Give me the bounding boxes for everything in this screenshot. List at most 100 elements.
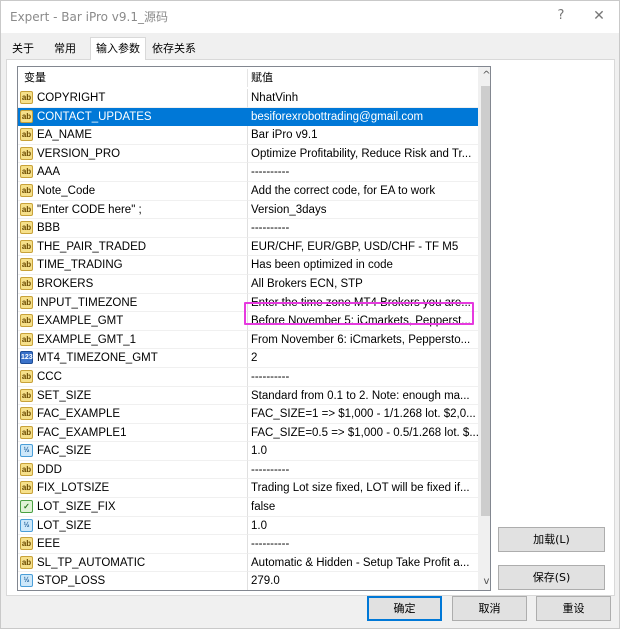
tab-inputs[interactable]: 输入参数 (90, 37, 146, 60)
parameter-value-cell[interactable]: Standard from 0.1 to 2. Note: enough ma.… (248, 387, 478, 406)
cancel-button[interactable]: 取消 (452, 596, 527, 621)
parameter-name-cell[interactable]: ab EA_NAME (18, 126, 248, 145)
parameter-value-cell[interactable]: EUR/CHF, EUR/GBP, USD/CHF - TF M5 (248, 238, 478, 257)
parameter-value-cell[interactable]: besiforexrobottrading@gmail.com (248, 107, 478, 127)
scrollbar-thumb[interactable] (481, 86, 490, 516)
parameter-name-cell[interactable]: ab Note_Code (18, 181, 248, 201)
parameter-row[interactable]: ½ STOP_LOSS 279.0 (18, 572, 478, 590)
parameter-name-cell[interactable]: ab CONTACT_UPDATES (18, 107, 248, 127)
tab-dependencies[interactable]: 依存关系 (148, 39, 200, 59)
parameter-value-cell[interactable]: Automatic & Hidden - Setup Take Profit a… (248, 554, 478, 573)
parameter-value-cell[interactable]: Has been optimized in code (248, 256, 478, 275)
parameter-name-cell[interactable]: ab BBB (18, 219, 248, 238)
parameter-value-cell[interactable]: 1.0 (248, 517, 478, 536)
tab-about[interactable]: 关于 (8, 39, 38, 59)
scroll-up-arrow-icon[interactable]: ^ (478, 67, 490, 84)
parameter-name-cell[interactable]: ab EEE (18, 535, 248, 554)
parameter-value-cell[interactable]: 1.0 (248, 442, 478, 461)
parameter-row[interactable]: ab FAC_EXAMPLE1 FAC_SIZE=0.5 => $1,000 - 0… (18, 423, 478, 443)
parameter-name-cell[interactable]: ab FAC_EXAMPLE1 (18, 423, 248, 443)
parameter-row[interactable]: ab THE_PAIR_TRADED EUR/CHF, EUR/GBP, USD/C… (18, 237, 478, 257)
parameter-row[interactable]: ab BROKERS All Brokers ECN, STP (18, 274, 478, 294)
parameter-row[interactable]: ab "Enter CODE here" ; Version_3days (18, 200, 478, 220)
parameter-value-cell[interactable]: Enter the time zone MT4 Brokers you are.… (248, 294, 478, 313)
parameter-name-cell[interactable]: ab VERSION_PRO (18, 144, 248, 164)
vertical-scrollbar[interactable]: ^ v (478, 67, 490, 590)
load-button[interactable]: 加载(L) (498, 527, 605, 552)
type-string-icon: ab (20, 202, 33, 216)
parameter-name-cell[interactable]: ✓ LOT_SIZE_FIX (18, 498, 248, 517)
parameter-row[interactable]: ½ FAC_SIZE 1.0 (18, 442, 478, 461)
save-button[interactable]: 保存(S) (498, 565, 605, 590)
parameter-value-cell[interactable]: FAC_SIZE=1 => $1,000 - 1/1.268 lot. $2,0… (248, 405, 478, 424)
parameter-value-cell[interactable]: NhatVinh (248, 89, 478, 108)
parameter-value-cell[interactable]: ---------- (248, 219, 478, 238)
parameter-name-cell[interactable]: 123 MT4_TIMEZONE_GMT (18, 349, 248, 368)
parameter-name-cell[interactable]: ab COPYRIGHT (18, 89, 248, 108)
parameter-value-cell[interactable]: All Brokers ECN, STP (248, 275, 478, 294)
parameter-row[interactable]: ab TIME_TRADING Has been optimized in code (18, 256, 478, 275)
parameter-row[interactable]: ab BBB ---------- (18, 219, 478, 238)
scroll-down-arrow-icon[interactable]: v (478, 573, 490, 590)
parameter-name-cell[interactable]: ab SET_SIZE (18, 386, 248, 406)
parameter-value-cell[interactable]: Trading Lot size fixed, LOT will be fixe… (248, 479, 478, 499)
ok-button[interactable]: 确定 (367, 596, 442, 621)
tab-common[interactable]: 常用 (50, 39, 80, 59)
column-header-value[interactable]: 赋值 (247, 67, 273, 89)
parameter-value-cell[interactable]: ---------- (248, 163, 478, 182)
parameter-name-cell[interactable]: ab DDD (18, 460, 248, 480)
parameter-name-cell[interactable]: ab THE_PAIR_TRADED (18, 237, 248, 257)
parameter-value-cell[interactable]: ---------- (248, 368, 478, 387)
column-header-variable[interactable]: 变量 (20, 67, 46, 89)
parameter-name-cell[interactable]: ab TIME_TRADING (18, 256, 248, 275)
parameter-name-cell[interactable]: ab SL_TP_AUTOMATIC (18, 553, 248, 573)
parameter-row[interactable]: 123 MT4_TIMEZONE_GMT 2 (18, 349, 478, 368)
close-button[interactable]: ✕ (587, 4, 611, 28)
parameter-row[interactable]: ½ LOT_SIZE 1.0 (18, 516, 478, 536)
parameter-name-cell[interactable]: ab FAC_EXAMPLE (18, 405, 248, 424)
parameter-value-cell[interactable]: Add the correct code, for EA to work (248, 182, 478, 201)
parameter-name-cell[interactable]: ½ FAC_SIZE (18, 442, 248, 461)
parameter-row[interactable]: ab AAA ---------- (18, 163, 478, 182)
parameter-name-cell[interactable]: ab BROKERS (18, 274, 248, 294)
parameter-row[interactable]: ab Note_Code Add the correct code, for EA … (18, 181, 478, 201)
parameter-value-cell[interactable]: ---------- (248, 535, 478, 554)
parameter-value-cell[interactable]: Version_3days (248, 201, 478, 220)
parameter-value-cell[interactable]: false (248, 498, 478, 517)
parameter-value-cell[interactable]: Optimize Profitability, Reduce Risk and … (248, 145, 478, 164)
parameter-value-cell[interactable]: Bar iPro v9.1 (248, 126, 478, 145)
parameter-name-cell[interactable]: ab EXAMPLE_GMT (18, 312, 248, 331)
parameter-row[interactable]: ab SL_TP_AUTOMATIC Automatic & Hidden - Se… (18, 553, 478, 573)
parameter-value-cell[interactable]: Before November 5: iCmarkets, Pepperst..… (248, 312, 478, 331)
parameter-row[interactable]: ab FIX_LOTSIZE Trading Lot size fixed, LOT… (18, 479, 478, 499)
window-title: Expert - Bar iPro v9.1_源码 (10, 10, 168, 24)
parameter-name-cell[interactable]: ab AAA (18, 163, 248, 182)
parameter-name-cell[interactable]: ab INPUT_TIMEZONE (18, 293, 248, 313)
parameter-row[interactable]: ab EEE ---------- (18, 535, 478, 554)
parameter-row[interactable]: ✓ LOT_SIZE_FIX false (18, 498, 478, 517)
parameter-row[interactable]: ab SET_SIZE Standard from 0.1 to 2. Note: … (18, 386, 478, 406)
parameter-value-cell[interactable]: 2 (248, 349, 478, 368)
reset-button[interactable]: 重设 (536, 596, 611, 621)
parameter-value-cell[interactable]: 279.0 (248, 572, 478, 590)
parameter-row[interactable]: ab COPYRIGHT NhatVinh (18, 89, 478, 108)
parameter-value-cell[interactable]: From November 6: iCmarkets, Peppersto... (248, 331, 478, 350)
parameter-row[interactable]: ab EA_NAME Bar iPro v9.1 (18, 126, 478, 145)
parameter-name-cell[interactable]: ½ LOT_SIZE (18, 516, 248, 536)
parameter-name-cell[interactable]: ab FIX_LOTSIZE (18, 479, 248, 499)
parameter-name-cell[interactable]: ab EXAMPLE_GMT_1 (18, 330, 248, 350)
parameter-value-cell[interactable]: ---------- (248, 461, 478, 480)
parameter-name-cell[interactable]: ½ STOP_LOSS (18, 572, 248, 590)
parameter-value-cell[interactable]: FAC_SIZE=0.5 => $1,000 - 0.5/1.268 lot. … (248, 424, 478, 443)
parameter-name-cell[interactable]: ab CCC (18, 367, 248, 387)
parameter-row[interactable]: ab DDD ---------- (18, 460, 478, 480)
parameter-row[interactable]: ab EXAMPLE_GMT_1 From November 6: iCmarket… (18, 330, 478, 350)
parameter-row[interactable]: ab CONTACT_UPDATES besiforexrobottrading@g… (18, 107, 478, 127)
parameter-row[interactable]: ab VERSION_PRO Optimize Profitability, Red… (18, 144, 478, 164)
parameter-row[interactable]: ab FAC_EXAMPLE FAC_SIZE=1 => $1,000 - 1/1.… (18, 405, 478, 424)
parameter-row[interactable]: ab INPUT_TIMEZONE Enter the time zone MT4 … (18, 293, 478, 313)
parameter-row[interactable]: ab EXAMPLE_GMT Before November 5: iCmarket… (18, 312, 478, 331)
help-button[interactable]: ? (549, 4, 573, 28)
parameter-row[interactable]: ab CCC ---------- (18, 367, 478, 387)
parameter-name-cell[interactable]: ab "Enter CODE here" ; (18, 200, 248, 220)
